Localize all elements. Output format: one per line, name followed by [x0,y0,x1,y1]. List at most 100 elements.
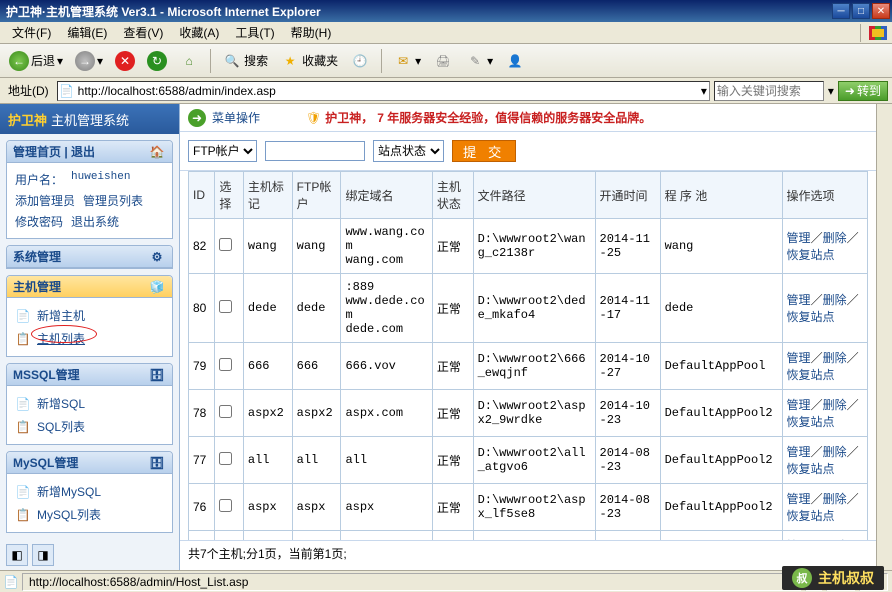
database-icon: 🗄 [148,454,166,472]
nav-section-mssql-header[interactable]: MSSQL管理 🗄 [7,364,172,386]
cell-select [215,437,243,484]
address-dropdown[interactable]: ▾ [701,84,707,98]
browser-search-input[interactable] [715,84,823,98]
pager: 共7个主机;分1页，当前第1页; [180,540,876,570]
address-field-wrap: 📄 ▾ [57,81,710,101]
nav-section-system-header[interactable]: 系统管理 ⚙ [7,246,172,268]
maximize-button[interactable]: □ [852,3,870,19]
op-delete[interactable]: 删除 [823,492,847,506]
link-change-password[interactable]: 修改密码 [15,213,63,230]
menu-favorites[interactable]: 收藏(A) [171,22,227,43]
promo-text: 7 年服务器安全经验，值得信赖的服务器安全品牌。 [377,109,651,126]
back-label: 后退 [31,52,55,69]
nav-section-mysql-header[interactable]: MySQL管理 🗄 [7,452,172,474]
nav-section-home-header[interactable]: 管理首页 | 退出 🏠 [7,141,172,163]
back-button[interactable]: ← 后退 ▾ [4,48,68,74]
forward-button[interactable]: → ▾ [70,48,108,74]
page-icon: 📄 [4,575,18,589]
table-wrap: ID 选择 主机标记 FTP帐户 绑定域名 主机状态 文件路径 开通时间 程 序… [180,171,876,540]
nav-section-host-header[interactable]: 主机管理 🧊 [7,276,172,298]
cell-pool: DefaultAppPool2 [660,484,782,531]
row-checkbox[interactable] [219,358,232,371]
nav-item-new-host[interactable]: 📄 新增主机 [15,304,164,327]
op-manage[interactable]: 管理 [787,351,811,365]
minimize-button[interactable]: ─ [832,3,850,19]
row-checkbox[interactable] [219,452,232,465]
print-button[interactable]: 🖨 [428,48,458,74]
cell-select [215,390,243,437]
link-exit-system[interactable]: 退出系统 [71,213,119,230]
list-icon: 📋 [15,331,31,347]
cell-mark: aspx [243,484,292,531]
op-manage[interactable]: 管理 [787,293,811,307]
vertical-scrollbar[interactable] [876,104,892,570]
search-dropdown[interactable]: ▾ [828,84,834,98]
op-delete[interactable]: 删除 [823,445,847,459]
bottom-icon-2[interactable]: ◨ [32,544,54,566]
op-delete[interactable]: 删除 [823,231,847,245]
nav-item-sql-list[interactable]: 📋SQL列表 [15,415,164,438]
op-manage[interactable]: 管理 [787,445,811,459]
go-button[interactable]: ➜ 转到 [838,81,888,101]
op-manage[interactable]: 管理 [787,231,811,245]
op-manage[interactable]: 管理 [787,398,811,412]
cell-ops: 管理／删除／恢复站点 [782,437,867,484]
op-delete[interactable]: 删除 [823,293,847,307]
filter-text-input[interactable] [265,141,365,161]
history-icon: 🕘 [350,51,370,71]
op-restore[interactable]: 恢复站点 [787,310,835,324]
messenger-button[interactable]: 👤 [500,48,530,74]
bottom-icon-1[interactable]: ◧ [6,544,28,566]
row-checkbox[interactable] [219,300,232,313]
new-host-label: 新增主机 [37,307,85,324]
home-button[interactable]: ⌂ [174,48,204,74]
op-restore[interactable]: 恢复站点 [787,248,835,262]
site-status-select[interactable]: 站点状态 [373,140,444,162]
nav-system-title: 系统管理 [13,248,61,265]
link-add-admin[interactable]: 添加管理员 [15,192,75,209]
nav-item-new-mysql[interactable]: 📄新增MySQL [15,480,164,503]
nav-item-host-list[interactable]: 📋 主机列表 [15,327,164,350]
op-delete[interactable]: 删除 [823,351,847,365]
address-input[interactable] [78,84,697,98]
edit-button[interactable]: ✎▾ [460,48,498,74]
favorites-button[interactable]: ★ 收藏夹 [275,48,343,74]
close-button[interactable]: ✕ [872,3,890,19]
nav-item-mysql-list[interactable]: 📋MySQL列表 [15,503,164,526]
nav-item-new-sql[interactable]: 📄新增SQL [15,392,164,415]
row-checkbox[interactable] [219,499,232,512]
menu-help[interactable]: 帮助(H) [283,22,340,43]
menu-tools[interactable]: 工具(T) [227,22,282,43]
menu-file[interactable]: 文件(F) [4,22,59,43]
menu-view[interactable]: 查看(V) [115,22,171,43]
row-checkbox[interactable] [219,405,232,418]
link-admin-list[interactable]: 管理员列表 [83,192,143,209]
history-button[interactable]: 🕘 [345,48,375,74]
go-arrow-icon: ➜ [845,84,855,98]
status-url: http://localhost:6588/admin/Host_List.as… [22,573,801,591]
cell-select [215,274,243,343]
nav-home-body: 用户名：huweishen 添加管理员管理员列表 修改密码退出系统 [7,163,172,238]
op-manage[interactable]: 管理 [787,492,811,506]
op-restore[interactable]: 恢复站点 [787,509,835,523]
uncle-badge[interactable]: 叔 主机叔叔 [782,566,884,590]
row-checkbox[interactable] [219,238,232,251]
th-pool: 程 序 池 [660,172,782,219]
submit-button[interactable]: 提 交 [452,140,516,162]
menu-edit[interactable]: 编辑(E) [59,22,115,43]
back-arrow-icon[interactable]: ➜ [188,109,206,127]
op-restore[interactable]: 恢复站点 [787,462,835,476]
th-time: 开通时间 [595,172,660,219]
account-type-select[interactable]: FTP帐户 [188,140,257,162]
search-button[interactable]: 🔍 搜索 [217,48,273,74]
op-delete[interactable]: 删除 [823,398,847,412]
cell-pool: dede [660,274,782,343]
stop-button[interactable]: ✕ [110,48,140,74]
refresh-button[interactable]: ↻ [142,48,172,74]
nav-section-home: 管理首页 | 退出 🏠 用户名：huweishen 添加管理员管理员列表 修改密… [6,140,173,239]
op-restore[interactable]: 恢复站点 [787,368,835,382]
cell-domain: all [341,437,432,484]
op-restore[interactable]: 恢复站点 [787,415,835,429]
cell-ops: 管理／删除／恢复站点 [782,274,867,343]
mail-button[interactable]: ✉▾ [388,48,426,74]
